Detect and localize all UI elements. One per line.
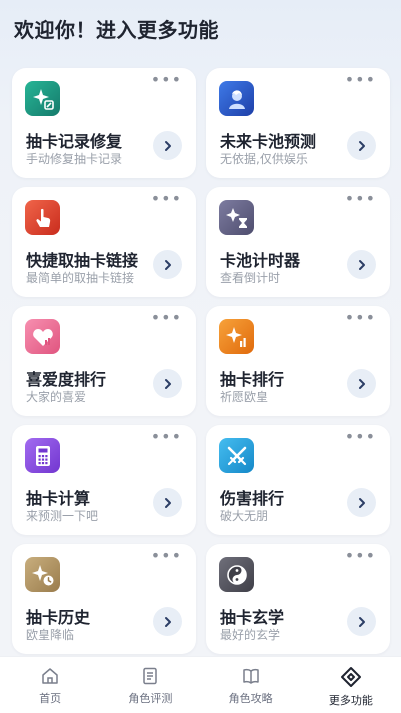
card-subtitle: 来预测一下吧 <box>26 509 99 523</box>
feature-card-gacha-record-repair[interactable]: ••• 抽卡记录修复 手动修复抽卡记录 <box>12 68 196 178</box>
chevron-right-icon[interactable] <box>153 131 182 160</box>
feature-card-gacha-ranking[interactable]: ••• 抽卡排行 祈愿欧皇 <box>206 306 390 416</box>
more-options-icon[interactable]: ••• <box>151 548 182 564</box>
card-subtitle: 最简单的取抽卡链接 <box>26 271 135 285</box>
card-title: 快捷取抽卡链接 <box>26 251 139 270</box>
more-options-icon[interactable]: ••• <box>345 191 376 207</box>
chevron-right-icon[interactable] <box>347 250 376 279</box>
feature-card-gacha-calculator[interactable]: ••• 抽卡计算 来预测一下吧 <box>12 425 196 535</box>
chevron-right-icon[interactable] <box>347 131 376 160</box>
tab-label: 首页 <box>39 692 62 705</box>
tab-character-guide[interactable]: 角色攻略 <box>201 657 301 713</box>
sparkle-edit-icon <box>25 81 60 116</box>
yin-yang-icon <box>219 557 254 592</box>
card-subtitle: 破大无朋 <box>220 509 269 523</box>
more-options-icon[interactable]: ••• <box>345 72 376 88</box>
more-options-icon[interactable]: ••• <box>345 310 376 326</box>
sparkle-chart-icon <box>219 319 254 354</box>
card-subtitle: 大家的喜爱 <box>26 390 87 404</box>
feature-grid: ••• 抽卡记录修复 手动修复抽卡记录 ••• 未来卡池预测 无依据,仅供娱乐 … <box>12 68 390 654</box>
home-icon <box>42 668 58 684</box>
card-title: 未来卡池预测 <box>220 132 317 151</box>
chevron-right-icon[interactable] <box>347 607 376 636</box>
card-subtitle: 祈愿欧皇 <box>220 390 269 404</box>
card-title: 抽卡历史 <box>26 608 91 627</box>
feature-card-banner-timer[interactable]: ••• 卡池计时器 查看倒计时 <box>206 187 390 297</box>
feature-card-future-banner-prediction[interactable]: ••• 未来卡池预测 无依据,仅供娱乐 <box>206 68 390 178</box>
more-options-icon[interactable]: ••• <box>345 429 376 445</box>
tab-character-review[interactable]: 角色评测 <box>100 657 200 713</box>
feature-card-damage-ranking[interactable]: ••• 伤害排行 破大无朋 <box>206 425 390 535</box>
card-subtitle: 无依据,仅供娱乐 <box>220 152 308 166</box>
card-title: 抽卡记录修复 <box>26 132 123 151</box>
calculator-icon <box>25 438 60 473</box>
card-subtitle: 最好的玄学 <box>220 628 281 642</box>
tab-more-features[interactable]: 更多功能 <box>301 657 401 713</box>
more-options-icon[interactable]: ••• <box>151 72 182 88</box>
chevron-right-icon[interactable] <box>153 488 182 517</box>
sparkle-clock-icon <box>25 557 60 592</box>
page-title: 欢迎你！进入更多功能 <box>14 18 219 42</box>
tab-label: 角色攻略 <box>228 692 273 705</box>
card-title: 抽卡排行 <box>220 370 285 389</box>
more-options-icon[interactable]: ••• <box>151 191 182 207</box>
more-options-icon[interactable]: ••• <box>151 310 182 326</box>
sparkle-hourglass-icon <box>219 200 254 235</box>
chevron-right-icon[interactable] <box>153 250 182 279</box>
character-avatar-icon <box>219 81 254 116</box>
feature-card-quick-gacha-link[interactable]: ••• 快捷取抽卡链接 最简单的取抽卡链接 <box>12 187 196 297</box>
card-title: 抽卡玄学 <box>220 608 285 627</box>
bottom-tab-bar: 首页 角色评测 角色攻略 更多功能 <box>0 656 401 713</box>
tab-label: 角色评测 <box>128 692 173 705</box>
card-subtitle: 手动修复抽卡记录 <box>26 152 123 166</box>
card-subtitle: 欧皇降临 <box>26 628 75 642</box>
tab-label: 更多功能 <box>328 694 373 707</box>
document-icon <box>143 667 158 685</box>
chevron-right-icon[interactable] <box>153 607 182 636</box>
chevron-right-icon[interactable] <box>153 369 182 398</box>
card-title: 卡池计时器 <box>220 251 301 270</box>
chevron-right-icon[interactable] <box>347 488 376 517</box>
hand-tap-icon <box>25 200 60 235</box>
heart-chart-icon <box>25 319 60 354</box>
book-icon <box>242 668 259 684</box>
card-title: 抽卡计算 <box>26 489 91 508</box>
tab-home[interactable]: 首页 <box>0 657 100 713</box>
more-options-icon[interactable]: ••• <box>345 548 376 564</box>
more-options-icon[interactable]: ••• <box>151 429 182 445</box>
card-subtitle: 查看倒计时 <box>220 271 281 285</box>
feature-card-gacha-mysticism[interactable]: ••• 抽卡玄学 最好的玄学 <box>206 544 390 654</box>
card-title: 喜爱度排行 <box>26 370 107 389</box>
feature-card-favorability-ranking[interactable]: ••• 喜爱度排行 大家的喜爱 <box>12 306 196 416</box>
crossed-swords-icon <box>219 438 254 473</box>
diamond-link-icon <box>340 667 361 687</box>
chevron-right-icon[interactable] <box>347 369 376 398</box>
feature-card-gacha-history[interactable]: ••• 抽卡历史 欧皇降临 <box>12 544 196 654</box>
card-title: 伤害排行 <box>220 489 285 508</box>
